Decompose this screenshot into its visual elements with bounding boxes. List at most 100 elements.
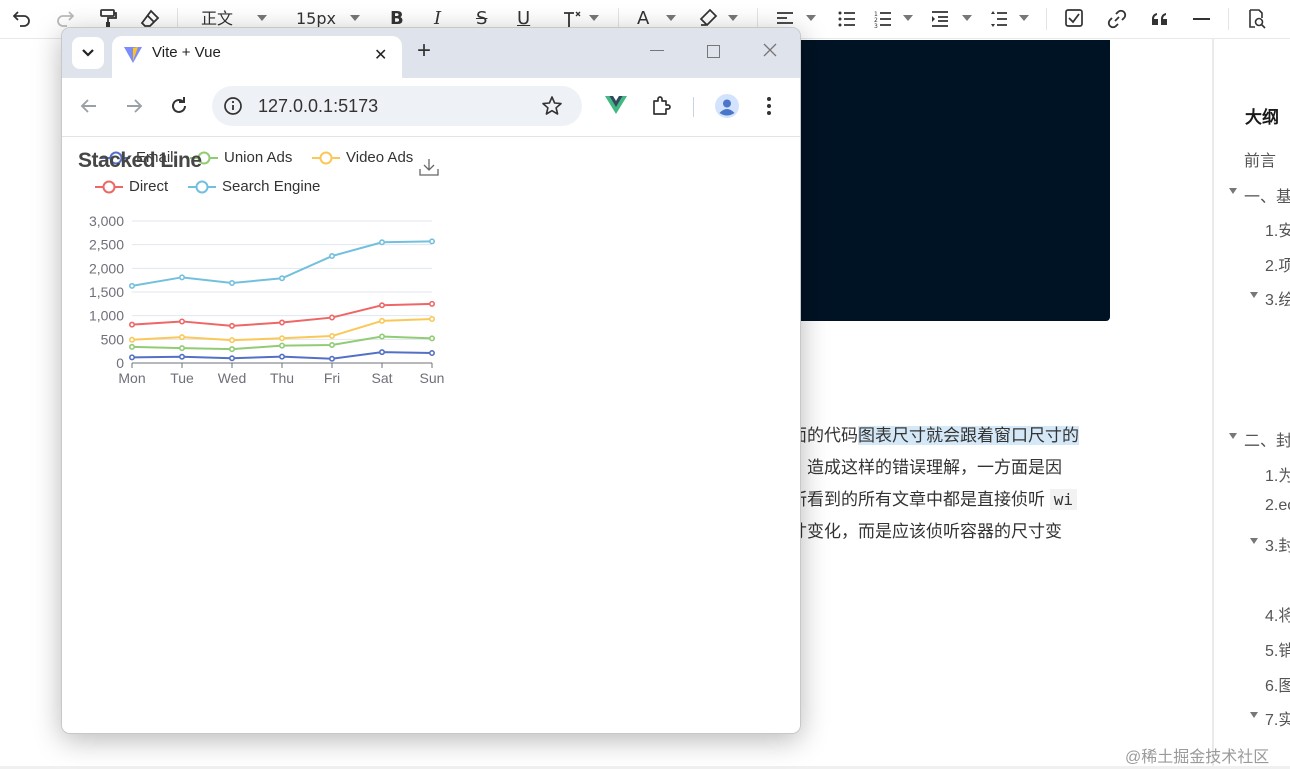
minimize-icon[interactable] bbox=[650, 50, 664, 51]
outline-item[interactable]: 一、基 bbox=[1244, 183, 1290, 207]
ordered-list-icon[interactable]: 123 bbox=[874, 10, 892, 28]
bold-button[interactable]: B bbox=[390, 9, 404, 29]
vue-devtools-icon[interactable] bbox=[605, 95, 627, 120]
article-line: 所看到的所有文章中都是直接侦听 wi bbox=[790, 488, 1077, 512]
paragraph-style-select[interactable]: 正文 bbox=[201, 9, 233, 29]
site-info-icon[interactable] bbox=[223, 96, 243, 116]
format-painter-icon[interactable] bbox=[98, 8, 118, 28]
inline-code: wi bbox=[1049, 489, 1077, 510]
y-tick-label: 0 bbox=[116, 355, 124, 371]
legend-label: Union Ads bbox=[224, 149, 293, 166]
chevron-down-icon[interactable] bbox=[962, 15, 972, 21]
collapse-triangle-icon[interactable] bbox=[1250, 712, 1258, 718]
indent-icon[interactable] bbox=[931, 10, 949, 28]
outline-item[interactable]: 7.实 bbox=[1265, 706, 1290, 730]
undo-icon[interactable] bbox=[12, 8, 32, 28]
data-point bbox=[378, 317, 385, 324]
data-point bbox=[378, 333, 385, 340]
eraser-icon[interactable] bbox=[140, 8, 160, 28]
outline-item[interactable]: 4.将 bbox=[1265, 602, 1290, 626]
strikethrough-button[interactable]: S bbox=[476, 9, 487, 29]
article-line: 面的代码图表尺寸就会跟着窗口尺寸的 bbox=[790, 426, 1079, 445]
more-options-icon[interactable] bbox=[766, 96, 772, 121]
y-tick-label: 1,000 bbox=[89, 308, 124, 324]
find-icon[interactable] bbox=[1246, 9, 1266, 29]
chevron-down-icon[interactable] bbox=[350, 15, 360, 21]
chevron-down-icon[interactable] bbox=[666, 15, 676, 21]
line-height-icon[interactable] bbox=[990, 10, 1008, 28]
tab-vite-vue[interactable]: Vite + Vue ✕ bbox=[112, 36, 402, 78]
forward-icon[interactable] bbox=[124, 96, 144, 121]
legend-label: Video Ads bbox=[346, 149, 414, 166]
reload-icon[interactable] bbox=[169, 96, 189, 121]
collapse-triangle-icon[interactable] bbox=[1250, 292, 1258, 298]
x-tick-label: Mon bbox=[118, 370, 145, 386]
x-tick-label: Wed bbox=[218, 370, 247, 386]
outline-item[interactable]: 6.图 bbox=[1265, 672, 1290, 696]
window-close-icon[interactable] bbox=[762, 42, 778, 61]
outline-item[interactable]: 3.封 bbox=[1265, 532, 1290, 556]
data-point bbox=[279, 275, 286, 282]
address-bar[interactable]: 127.0.0.1:5173 bbox=[212, 86, 582, 126]
url-text[interactable]: 127.0.0.1:5173 bbox=[258, 96, 378, 117]
data-point bbox=[378, 239, 385, 246]
horizontal-rule-icon[interactable] bbox=[1193, 18, 1210, 20]
outline-item[interactable]: 1.为 bbox=[1265, 462, 1290, 486]
collapse-triangle-icon[interactable] bbox=[1229, 188, 1237, 194]
outline-item[interactable]: 2.项 bbox=[1265, 252, 1290, 276]
outline-item[interactable]: 前言 bbox=[1244, 147, 1276, 171]
close-icon[interactable]: ✕ bbox=[374, 45, 387, 65]
x-tick-label: Sat bbox=[371, 370, 392, 386]
quote-icon[interactable] bbox=[1150, 9, 1170, 29]
data-point bbox=[328, 342, 335, 349]
checkbox-icon[interactable] bbox=[1065, 9, 1083, 27]
watermark: @稀土掘金技术社区 bbox=[1125, 749, 1270, 766]
data-point bbox=[229, 346, 236, 353]
highlighter-icon[interactable] bbox=[698, 8, 718, 28]
data-point bbox=[129, 282, 136, 289]
collapse-triangle-icon[interactable] bbox=[1250, 538, 1258, 544]
chevron-down-icon[interactable] bbox=[806, 15, 816, 21]
new-tab-button[interactable]: + bbox=[417, 39, 431, 63]
page-viewport: 0 500 1,000 1,500 2,000 2,500 3,000 Mon Tue Wed Th… bbox=[62, 137, 800, 733]
chevron-down-icon[interactable] bbox=[1019, 15, 1029, 21]
data-point bbox=[129, 321, 136, 328]
align-left-icon[interactable] bbox=[776, 10, 794, 28]
data-point bbox=[179, 318, 186, 325]
bullet-list-icon[interactable] bbox=[838, 10, 856, 28]
maximize-icon[interactable] bbox=[707, 45, 720, 58]
redo-icon[interactable] bbox=[55, 8, 75, 28]
chart-title: Stacked Line bbox=[78, 149, 202, 172]
bookmark-star-icon[interactable] bbox=[541, 95, 563, 117]
underline-button[interactable]: U bbox=[517, 9, 530, 29]
italic-button[interactable]: I bbox=[434, 9, 441, 29]
data-point bbox=[179, 334, 186, 341]
data-point bbox=[378, 302, 385, 309]
outline-item[interactable]: 二、封 bbox=[1244, 427, 1290, 451]
font-size-select[interactable]: 15px bbox=[296, 9, 336, 29]
chevron-down-icon[interactable] bbox=[728, 15, 738, 21]
svg-text:3: 3 bbox=[874, 23, 878, 28]
back-icon[interactable] bbox=[79, 96, 99, 121]
outline-item[interactable]: 5.销 bbox=[1265, 637, 1290, 661]
x-tick-label: Sun bbox=[420, 370, 445, 386]
outline-item[interactable]: 3.绘 bbox=[1265, 286, 1290, 310]
font-color-button[interactable]: A bbox=[637, 9, 649, 29]
chevron-down-icon[interactable] bbox=[589, 15, 599, 21]
profile-avatar-icon[interactable] bbox=[715, 94, 739, 123]
data-point bbox=[179, 345, 186, 352]
chevron-down-icon[interactable] bbox=[257, 15, 267, 21]
extensions-icon[interactable] bbox=[651, 95, 673, 122]
data-point bbox=[229, 280, 236, 287]
vite-logo-icon bbox=[124, 47, 142, 63]
data-point bbox=[129, 343, 136, 350]
outline-item[interactable]: 2.ec bbox=[1265, 497, 1290, 515]
save-as-image-icon[interactable] bbox=[419, 157, 439, 182]
link-icon[interactable] bbox=[1107, 9, 1127, 29]
data-point bbox=[179, 353, 186, 360]
chevron-down-icon[interactable] bbox=[903, 15, 913, 21]
x-tick-label: Thu bbox=[270, 370, 294, 386]
collapse-triangle-icon[interactable] bbox=[1229, 433, 1237, 439]
tab-search-button[interactable] bbox=[72, 37, 104, 69]
outline-item[interactable]: 1.安 bbox=[1265, 217, 1290, 241]
